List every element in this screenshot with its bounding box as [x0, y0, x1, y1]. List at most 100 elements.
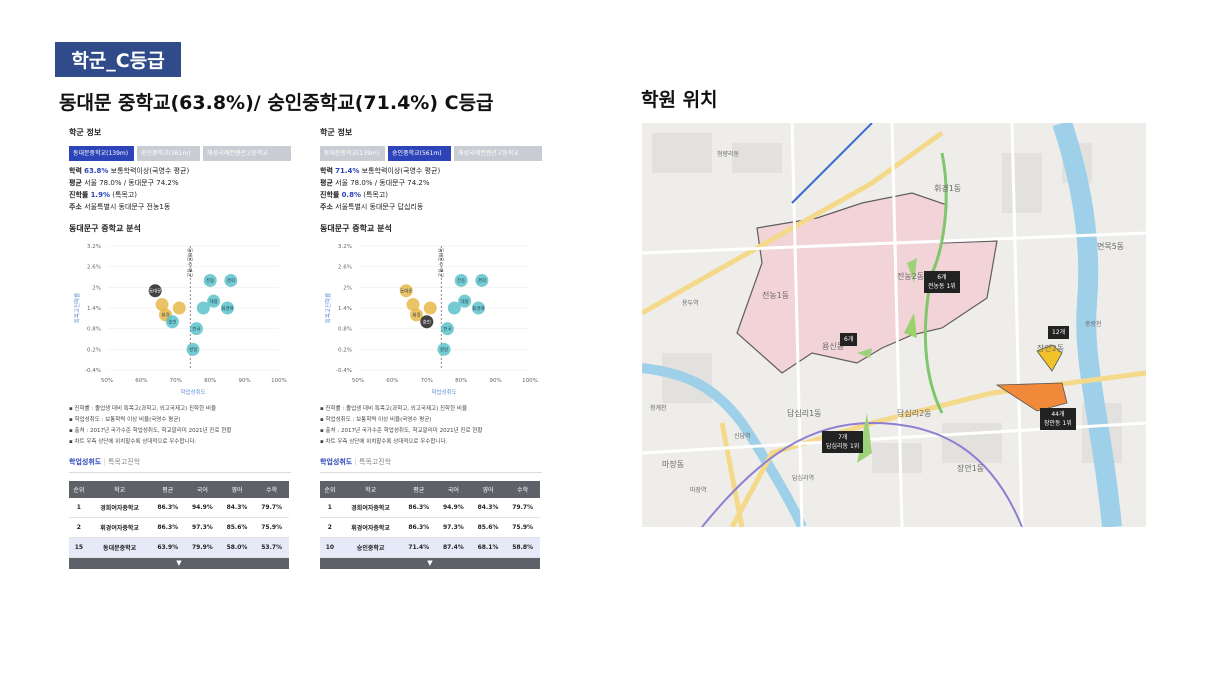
academy-badge[interactable]: 6개 전농동 1위 — [924, 271, 960, 293]
table-row-current-school[interactable]: 10 숭인중학교 71.4% 87.4% 68.1% 58.8% — [320, 537, 540, 558]
map-label: 답십리1동 — [787, 409, 822, 418]
school-tab[interactable]: 해성국제컨벤션고등학교 — [203, 146, 291, 161]
map-label: 휘경1동 — [934, 184, 962, 193]
korean-cell: 94.9% — [436, 498, 471, 518]
y-tick-label: 0.2% — [338, 347, 352, 353]
average-line: 평균 서울 78.0% / 동대문구 74.2% — [69, 179, 179, 187]
chart-note: ▪ 차트 우측 상단에 위치할수록 상대적으로 우수합니다. — [69, 439, 197, 445]
point-label: 휘경 — [412, 312, 420, 319]
y-tick-label: 3.2% — [87, 244, 101, 250]
rank-cell: 2 — [69, 517, 89, 538]
x-tick-label: 70% — [170, 378, 182, 384]
school-point — [172, 301, 186, 315]
table-row[interactable]: 1 경희여자중학교 86.3% 94.9% 84.3% 79.7% — [320, 498, 540, 518]
school-point — [423, 301, 437, 315]
y-tick-label: 1.4% — [87, 306, 101, 312]
map-label: 마장동 — [662, 460, 685, 469]
panel-title: 학군 정보 — [69, 128, 102, 137]
avg-cell: 86.3% — [150, 517, 186, 538]
chart-note: ▪ 차트 우측 상단에 위치할수록 상대적으로 우수합니다. — [320, 439, 448, 445]
point-label: 숭인 — [423, 319, 431, 326]
map-label: 장안2동 — [1037, 344, 1065, 353]
y-tick-label: 3.2% — [338, 244, 352, 250]
school-tab[interactable]: 동대문중학교(139m) — [69, 146, 135, 161]
school-tabs: 동대문중학교(139m) 숭인중학교(561m) 해성국제컨벤션고등학교 — [320, 146, 542, 161]
school-cell: 경희여자중학교 — [88, 498, 151, 518]
point-label: 경희 — [478, 277, 486, 284]
school-tab[interactable]: 동대문중학교(139m) — [320, 146, 386, 161]
school-panel-dongdaemun: 학군 정보 동대문중학교(139m) 숭인중학교(361m) 해성국제컨벤션고등… — [69, 123, 291, 585]
rank-cell: 1 — [320, 498, 340, 518]
table-header: 평균 — [150, 481, 186, 498]
english-cell: 58.0% — [219, 537, 255, 558]
math-cell: 75.9% — [254, 517, 289, 538]
academy-count: 12개 — [1052, 329, 1066, 336]
advance-line: 진학률 0.8% (특목고) — [320, 191, 389, 199]
table-row[interactable]: 2 휘경여자중학교 86.3% 97.3% 85.6% 75.9% — [320, 517, 540, 538]
academy-badge[interactable]: 6개 — [840, 333, 858, 346]
subtab-advance[interactable]: 특목고진학 — [359, 458, 391, 466]
address-line: 주소 서울특별시 동대문구 전농1동 — [69, 203, 171, 211]
point-label: 대광 — [209, 298, 217, 305]
school-cell: 숭인중학교 — [339, 537, 402, 558]
chart-note: ▪ 진학률 : 졸업생 대비 특목고(과학고, 외고국제고) 진학한 비율 — [69, 406, 217, 412]
avg-cell: 63.9% — [150, 537, 186, 558]
y-tick-label: 0.8% — [87, 327, 101, 333]
ranking-subtabs: 학업성취도 | 특목고진학 — [69, 457, 291, 473]
academy-badge[interactable]: 12개 — [1048, 326, 1070, 339]
academy-map[interactable]: 청량리동 전농1동 전농2동 휘경1동 답십리1동 답십리2동 장안2동 장안1… — [642, 123, 1146, 527]
subtab-advance[interactable]: 특목고진학 — [108, 458, 140, 466]
math-cell: 79.7% — [505, 498, 540, 518]
expand-table-button[interactable]: ▼ — [69, 558, 289, 569]
median-label: 동대문구 평균 — [437, 248, 444, 278]
expand-table-button[interactable]: ▼ — [320, 558, 540, 569]
table-header: 학교 — [88, 481, 151, 498]
point-label: 대광 — [460, 298, 468, 305]
school-panel-sungin: 학군 정보 동대문중학교(139m) 숭인중학교(561m) 해성국제컨벤션고등… — [320, 123, 542, 585]
table-row[interactable]: 1 경희여자중학교 86.3% 94.9% 84.3% 79.7% — [69, 498, 289, 518]
school-tab[interactable]: 숭인중학교(561m) — [388, 146, 452, 161]
academy-badge[interactable]: 44개 장안동 1위 — [1040, 408, 1076, 430]
avg-cell: 86.3% — [401, 517, 437, 538]
rank-cell: 15 — [69, 537, 89, 558]
table-row-current-school[interactable]: 15 동대문중학교 63.9% 79.9% 58.0% 53.7% — [69, 537, 289, 558]
school-tab[interactable]: 숭인중학교(361m) — [137, 146, 201, 161]
chart-note: ▪ 학업성취도 : 보통학력 이상 비율(국영수 평균) — [69, 417, 181, 423]
school-cell: 휘경여자중학교 — [88, 517, 151, 538]
school-cell: 경희여자중학교 — [339, 498, 402, 518]
table-header: 영어 — [219, 481, 255, 498]
table-header: 국어 — [185, 481, 220, 498]
point-label: 동대문 — [400, 288, 412, 295]
x-axis-label: 학업성취도 — [180, 388, 205, 396]
map-label: 면목5동 — [1097, 242, 1125, 251]
korean-cell: 87.4% — [436, 537, 471, 558]
panel-title: 학군 정보 — [320, 128, 353, 137]
chart-notes: ▪ 진학률 : 졸업생 대비 특목고(과학고, 외고국제고) 진학한 비율 ▪ … — [69, 404, 291, 448]
map-label: 용두역 — [682, 300, 699, 307]
school-scatter-chart: 3.2% 2.6% 2% 1.4% 0.8% 0.2% -0.4%50% 60% 70% 80% 9… — [73, 244, 287, 396]
advance-line: 진학률 1.9% (특목고) — [69, 191, 138, 199]
left-heading: 동대문 중학교(63.8%)/ 숭인중학교(71.4%) C등급 — [59, 92, 494, 114]
academy-rank: 답십리동 1위 — [826, 443, 860, 450]
table-row[interactable]: 2 휘경여자중학교 86.3% 97.3% 85.6% 75.9% — [69, 517, 289, 538]
chart-note: ▪ 진학률 : 졸업생 대비 특목고(과학고, 외고국제고) 진학한 비율 — [320, 406, 468, 412]
analysis-title: 동대문구 중학교 분석 — [320, 224, 392, 233]
table-header: 국어 — [436, 481, 471, 498]
map-canvas — [642, 123, 1146, 527]
point-label: 휘경여 — [472, 305, 484, 312]
x-axis-label: 학업성취도 — [431, 388, 456, 396]
avg-cell: 71.4% — [401, 537, 437, 558]
subtab-achievement[interactable]: 학업성취도 — [320, 458, 352, 466]
map-label: 답십리2동 — [897, 409, 932, 418]
subtab-achievement[interactable]: 학업성취도 — [69, 458, 101, 466]
school-tab[interactable]: 해성국제컨벤션고등학교 — [454, 146, 542, 161]
y-tick-label: 1.4% — [338, 306, 352, 312]
point-label: 전곡 — [443, 325, 451, 332]
academy-rank: 장안동 1위 — [1044, 420, 1072, 427]
school-tabs: 동대문중학교(139m) 숭인중학교(361m) 해성국제컨벤션고등학교 — [69, 146, 291, 161]
korean-cell: 94.9% — [185, 498, 220, 518]
academy-badge[interactable]: 7개 답십리동 1위 — [822, 431, 864, 453]
academy-count: 6개 — [937, 274, 947, 281]
y-tick-label: 2% — [343, 285, 352, 291]
y-tick-label: 2.6% — [87, 265, 101, 271]
